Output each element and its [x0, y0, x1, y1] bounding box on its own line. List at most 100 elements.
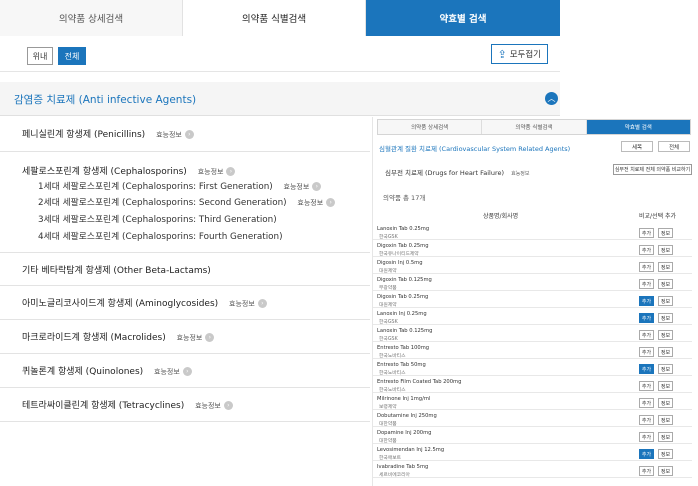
- add-button[interactable]: 추가: [639, 262, 654, 272]
- add-button[interactable]: 추가: [639, 330, 654, 340]
- sub-item[interactable]: 1세대 세팔로스포린계 (Cephalosporins: First Gener…: [38, 179, 322, 192]
- info-label[interactable]: 효능정보: [195, 402, 221, 410]
- add-button[interactable]: 추가: [639, 347, 654, 357]
- info-button[interactable]: 정보: [658, 262, 673, 272]
- drug-name[interactable]: Lanoxin Tab 0.25mg: [377, 226, 429, 232]
- drug-name[interactable]: Dopamine Inj 200mg: [377, 430, 431, 436]
- chevron-up-icon[interactable]: ︿: [545, 92, 558, 105]
- panel-subcategory-label: 심부전 치료제 (Drugs for Heart Failure): [385, 169, 505, 177]
- column-name: 상품명/회사명: [483, 213, 519, 220]
- info-button[interactable]: 정보: [658, 228, 673, 238]
- add-button[interactable]: 추가: [639, 449, 654, 459]
- list-item[interactable]: 페니실린계 항생제 (Penicillins) 효능정보 ›: [0, 116, 370, 152]
- info-button[interactable]: 정보: [658, 364, 673, 374]
- all-button[interactable]: 전체: [58, 47, 86, 65]
- drug-name[interactable]: Entresto Tab 100mg: [377, 345, 429, 351]
- drug-name[interactable]: Digosin Inj 0.5mg: [377, 260, 423, 266]
- drug-name[interactable]: Lanoxin Tab 0.125mg: [377, 328, 432, 334]
- info-icon[interactable]: ›: [257, 299, 267, 308]
- info-button[interactable]: 정보: [658, 330, 673, 340]
- compare-all-button[interactable]: 심부전 치료제 전체 의약품 비교하기: [613, 164, 692, 175]
- table-header: 상품명/회사명 비교/선택 추가: [373, 211, 692, 223]
- info-button[interactable]: 정보: [658, 449, 673, 459]
- add-button[interactable]: 추가: [639, 228, 654, 238]
- list-item[interactable]: 세팔로스포린계 항생제 (Cephalosporins) 효능정보 › 1세대 세…: [0, 152, 370, 253]
- list-item[interactable]: 아미노글리코사이드계 항생제 (Aminoglycosides) 효능정보 ›: [0, 286, 370, 320]
- info-button[interactable]: 정보: [658, 347, 673, 357]
- panel-tab-efficacy[interactable]: 약효별 검색: [586, 120, 690, 134]
- panel-tab-detail[interactable]: 의약품 상세검색: [378, 120, 483, 134]
- drug-name[interactable]: Digoxin Tab 0.125mg: [377, 277, 432, 283]
- info-label[interactable]: 효능정보: [156, 131, 182, 139]
- add-button[interactable]: 추가: [639, 381, 654, 391]
- add-button[interactable]: 추가: [639, 364, 654, 374]
- table-row: Entresto Film Coated Tab 200mg 한국노바티스 추가 정보: [373, 378, 692, 393]
- info-button[interactable]: 정보: [658, 415, 673, 425]
- info-icon[interactable]: ›: [184, 130, 194, 139]
- company-name: 한국노바티스: [379, 371, 406, 376]
- tab-identify-search[interactable]: 의약품 식별검색: [183, 0, 366, 36]
- panel-tabs: 의약품 상세검색 의약품 식별검색 약효별 검색: [377, 119, 691, 135]
- domestic-button[interactable]: 위내: [27, 47, 53, 65]
- drug-name[interactable]: Lanoxin Inj 0.25mg: [377, 311, 427, 317]
- sub-item[interactable]: 3세대 세팔로스포린계 (Cephalosporins: Third Gener…: [38, 212, 277, 225]
- drug-name[interactable]: Levosimendan Inj 12.5mg: [377, 447, 444, 453]
- drug-name[interactable]: Entresto Tab 50mg: [377, 362, 426, 368]
- info-button[interactable]: 정보: [658, 398, 673, 408]
- info-label[interactable]: 효능정보: [511, 171, 529, 177]
- info-icon[interactable]: ›: [326, 198, 336, 207]
- info-label[interactable]: 효능정보: [154, 368, 180, 376]
- add-button[interactable]: 추가: [639, 296, 654, 306]
- add-button[interactable]: 추가: [639, 279, 654, 289]
- info-icon[interactable]: ›: [312, 182, 322, 191]
- add-button[interactable]: 추가: [639, 313, 654, 323]
- drug-name[interactable]: Digoxin Tab 0.25mg: [377, 243, 429, 249]
- company-name: 대한약품: [379, 439, 397, 444]
- info-button[interactable]: 정보: [658, 313, 673, 323]
- info-button[interactable]: 정보: [658, 381, 673, 391]
- info-icon[interactable]: ›: [205, 333, 215, 342]
- info-icon[interactable]: ›: [223, 401, 233, 410]
- company-name: 한국GSK: [379, 320, 398, 325]
- list-item[interactable]: 테트라싸이클린계 항생제 (Tetracyclines) 효능정보 ›: [0, 388, 370, 422]
- drug-name[interactable]: Milrinone Inj 1mg/ml: [377, 396, 430, 402]
- info-icon[interactable]: ›: [182, 367, 192, 376]
- add-button[interactable]: 추가: [639, 466, 654, 476]
- drug-name[interactable]: Entresto Film Coated Tab 200mg: [377, 379, 461, 385]
- list-item[interactable]: 기타 베타락탐계 항생제 (Other Beta-Lactams): [0, 253, 370, 286]
- category-header[interactable]: 감염증 치료제 (Anti infective Agents) ︿: [0, 82, 560, 116]
- info-label[interactable]: 효능정보: [297, 199, 323, 207]
- info-button[interactable]: 정보: [658, 432, 673, 442]
- add-button[interactable]: 추가: [639, 432, 654, 442]
- info-button[interactable]: 정보: [658, 296, 673, 306]
- collapse-label: 모두접기: [509, 50, 541, 60]
- info-label[interactable]: 효능정보: [198, 168, 224, 176]
- info-label[interactable]: 효능정보: [177, 334, 203, 342]
- panel-sub-button[interactable]: 세목: [621, 141, 653, 152]
- info-button[interactable]: 정보: [658, 245, 673, 255]
- drug-name[interactable]: Dobutamine Inj 250mg: [377, 413, 437, 419]
- info-label[interactable]: 효능정보: [284, 183, 310, 191]
- table-row: Dopamine Inj 200mg 대한약품 추가 정보: [373, 429, 692, 444]
- info-button[interactable]: 정보: [658, 279, 673, 289]
- info-icon[interactable]: ›: [226, 167, 236, 176]
- add-button[interactable]: 추가: [639, 245, 654, 255]
- drug-name[interactable]: Ivabradine Tab 5mg: [377, 464, 428, 470]
- panel-subcategory[interactable]: 심부전 치료제 (Drugs for Heart Failure) 효능정보: [385, 167, 530, 177]
- tab-detail-search[interactable]: 의약품 상세검색: [0, 0, 183, 36]
- panel-tab-identify[interactable]: 의약품 식별검색: [482, 120, 587, 134]
- list-item[interactable]: 퀴놀론계 항생제 (Quinolones) 효능정보 ›: [0, 354, 370, 388]
- list-item[interactable]: 마크로라이드계 항생제 (Macrolides) 효능정보 ›: [0, 320, 370, 354]
- tab-efficacy-search[interactable]: 약효별 검색: [366, 0, 560, 36]
- add-button[interactable]: 추가: [639, 398, 654, 408]
- table-row: Levosimendan Inj 12.5mg 한국애보트 추가 정보: [373, 446, 692, 461]
- drug-name[interactable]: Digosin Tab 0.25mg: [377, 294, 428, 300]
- info-label[interactable]: 효능정보: [229, 300, 255, 308]
- panel-all-button[interactable]: 전체: [658, 141, 690, 152]
- sub-item[interactable]: 2세대 세팔로스포린계 (Cephalosporins: Second Gene…: [38, 195, 336, 208]
- info-button[interactable]: 정보: [658, 466, 673, 476]
- sub-item[interactable]: 4세대 세팔로스포린계 (Cephalosporins: Fourth Gene…: [38, 229, 283, 242]
- add-button[interactable]: 추가: [639, 415, 654, 425]
- collapse-all-button[interactable]: ⇪ 모두접기: [490, 44, 548, 64]
- category-title: 감염증 치료제 (Anti infective Agents): [14, 94, 197, 106]
